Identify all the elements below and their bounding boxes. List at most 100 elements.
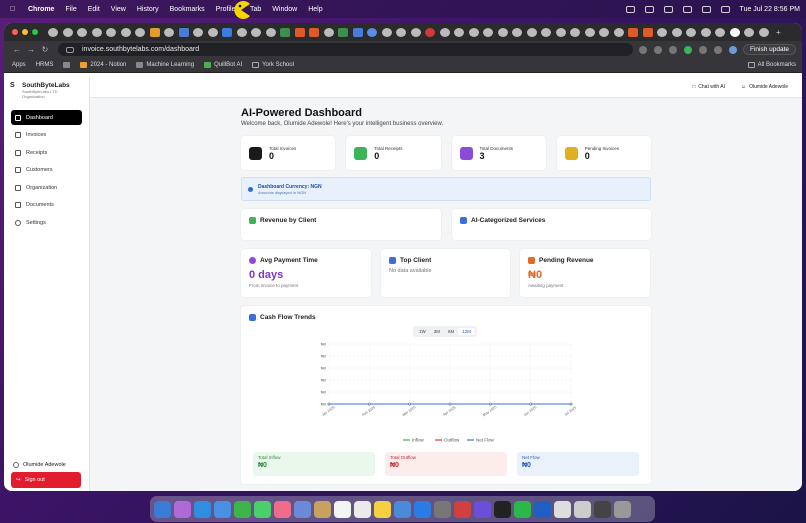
tab-site[interactable] [352,27,363,37]
tab-github[interactable] [657,27,667,37]
tab-github[interactable] [512,27,522,37]
tab-github[interactable] [120,27,131,37]
extensions-puzzle-icon[interactable] [698,45,707,54]
zoom-window-button[interactable] [32,29,38,35]
stat-pending-invoices[interactable]: Pending Invoices 0 [556,136,651,170]
downloads-icon[interactable] [574,500,591,518]
instruments-icon[interactable] [454,500,471,518]
tab-github[interactable] [584,27,595,37]
app-store-icon[interactable] [414,500,431,518]
new-tab-icon[interactable]: + [776,28,781,37]
bookmark-notion[interactable]: 2024 - Notion [80,62,126,68]
tab-active-dashboard[interactable] [729,27,740,37]
window-icon[interactable] [594,500,611,518]
sidebar-item-organization[interactable]: Organization [11,180,82,195]
tab-github[interactable] [454,27,464,37]
tab-github[interactable] [758,27,769,37]
tab-github[interactable] [744,27,754,37]
facetime-icon[interactable] [254,500,271,518]
tab-github[interactable] [497,27,508,37]
tab-github[interactable] [48,27,58,37]
tab-github[interactable] [439,27,450,37]
calendar-icon[interactable] [334,500,351,518]
mail-icon[interactable] [294,500,311,518]
freeform-icon[interactable] [394,500,411,518]
safari-icon[interactable] [194,500,211,518]
chat-with-ai-button[interactable]: □ Chat with AI [692,84,725,90]
tab-github[interactable] [323,27,334,37]
menu-bookmarks[interactable]: Bookmarks [170,6,205,13]
tab-github[interactable] [555,27,566,37]
tab-github[interactable] [236,27,247,37]
tab-site[interactable] [222,27,232,37]
wifi-icon[interactable] [682,5,692,13]
tab-github[interactable] [410,27,421,37]
minimize-window-button[interactable] [22,29,28,35]
menu-edit[interactable]: Edit [88,6,100,13]
stat-total-documents[interactable]: Total Documents 3 [451,136,546,170]
stat-total-invoices[interactable]: Total Invoices 0 [241,136,336,170]
url-text[interactable]: invoice.southbytelabs.com/dashboard [82,46,199,53]
menu-view[interactable]: View [111,6,126,13]
menu-chrome[interactable]: Chrome [28,6,54,13]
whatsapp-icon[interactable] [514,500,531,518]
launchpad-icon[interactable] [174,500,191,518]
password-icon[interactable] [638,45,647,54]
range-12m[interactable]: 12M [458,328,476,335]
tab-github[interactable] [193,27,203,37]
sidebar-item-invoices[interactable]: Invoices [11,128,82,143]
photos-icon[interactable] [274,500,291,518]
tab-github[interactable] [483,27,493,37]
trash-icon[interactable] [614,500,631,518]
system-settings-icon[interactable] [434,500,451,518]
zoom-icon[interactable] [653,45,662,54]
tab-github[interactable] [570,27,580,37]
range-3m[interactable]: 3M [430,328,444,335]
control-center-icon[interactable] [701,5,711,13]
contacts-icon[interactable] [314,500,331,518]
stat-total-receipts[interactable]: Total Receipts 0 [346,136,441,170]
range-1w[interactable]: 1W [415,328,430,335]
tab-site[interactable] [628,27,638,37]
user-menu[interactable]: ☺ Olumide Adewole [741,84,788,90]
sign-out-button[interactable]: ↪ Sign out [11,472,81,488]
tab-sheets[interactable] [280,27,290,37]
bookmark-hrms[interactable]: HRMS [36,62,54,68]
sidebar-item-customers[interactable]: Customers [11,163,82,178]
menubar-clock[interactable]: Tue Jul 22 8:56 PM [740,6,800,13]
tab-github[interactable] [106,27,116,37]
tab-github[interactable] [381,27,392,37]
tab-site[interactable] [309,27,319,37]
bookmark-apps[interactable]: Apps [12,62,26,68]
messages-icon[interactable] [234,500,251,518]
menu-help[interactable]: Help [308,6,322,13]
tab-github[interactable] [686,27,696,37]
sidebar-item-dashboard[interactable]: Dashboard [11,110,82,125]
tab-github[interactable] [526,27,537,37]
sidebar-item-settings[interactable]: Settings [11,215,82,230]
tab-site[interactable] [294,27,305,37]
document-icon[interactable] [554,500,571,518]
tab-github[interactable] [700,27,711,37]
slack-icon[interactable] [474,500,491,518]
sidebar-icon[interactable] [713,45,722,54]
tab-sheets[interactable] [338,27,348,37]
tab-github[interactable] [541,27,551,37]
address-bar[interactable]: invoice.southbytelabs.com/dashboard [58,43,633,56]
tab-site[interactable] [425,27,435,37]
tab-github[interactable] [715,27,725,37]
reminders-icon[interactable] [354,500,371,518]
tab-github[interactable] [91,27,102,37]
back-icon[interactable]: ← [10,45,24,54]
tab-github[interactable] [265,27,276,37]
chrome-icon[interactable] [214,500,231,518]
tab-github[interactable] [251,27,261,37]
extension-icon[interactable] [683,45,692,54]
tab-site[interactable] [178,27,189,37]
tab-site[interactable] [642,27,653,37]
bookmark-york-school[interactable]: York School [252,62,294,68]
tab-github[interactable] [396,27,406,37]
apple-icon[interactable]:  [10,6,20,13]
sidebar-user[interactable]: Olumide Adewole [13,462,66,468]
tab-github[interactable] [62,27,73,37]
